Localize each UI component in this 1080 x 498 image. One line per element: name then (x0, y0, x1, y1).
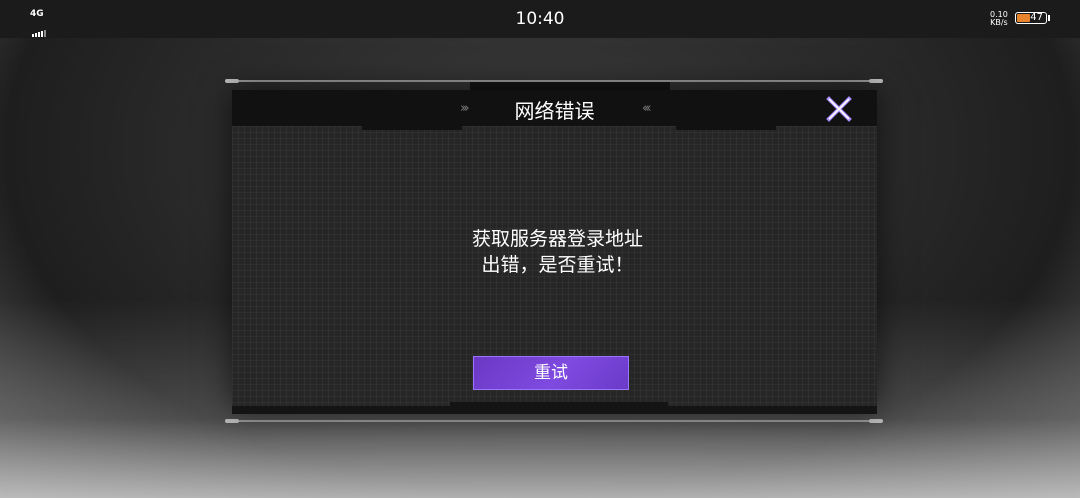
error-dialog: ››› 网络错误 ‹‹‹ 获取服务器登录地址 出错，是否重试！ 重试 (232, 90, 877, 410)
header-tab (676, 126, 776, 130)
frame-rail-cap (225, 419, 239, 423)
error-message-line: 出错，是否重试！ (481, 254, 634, 276)
dialog-title: 网络错误 (514, 99, 595, 123)
network-speed: 0.10 KB/s (990, 11, 1008, 27)
battery-icon: 47 (1015, 12, 1047, 24)
speed-unit: KB/s (990, 18, 1008, 27)
status-bar: 4G 10:40 0.10 KB/s 47 (0, 0, 1080, 38)
close-x-icon (826, 96, 852, 122)
error-message: 获取服务器登录地址 出错，是否重试！ (232, 226, 877, 278)
header-tab (362, 126, 462, 130)
battery-level: 47 (1030, 12, 1043, 23)
chevrons-left-icon: ‹‹‹ (642, 101, 651, 116)
dialog-bottom-bar (232, 406, 877, 414)
close-button[interactable] (826, 96, 852, 122)
frame-rail-cap (869, 419, 883, 423)
frame-rail-cap (225, 79, 239, 83)
battery-tip (1048, 15, 1050, 21)
error-message-line: 获取服务器登录地址 (471, 228, 643, 250)
frame-top-notch (470, 82, 670, 90)
dialog-header: ››› 网络错误 ‹‹‹ (232, 90, 877, 126)
battery-fill (1017, 14, 1030, 22)
retry-button[interactable]: 重试 (473, 356, 629, 390)
frame-rail-cap (869, 79, 883, 83)
clock: 10:40 (515, 9, 565, 29)
frame-rail-bottom (232, 420, 877, 422)
